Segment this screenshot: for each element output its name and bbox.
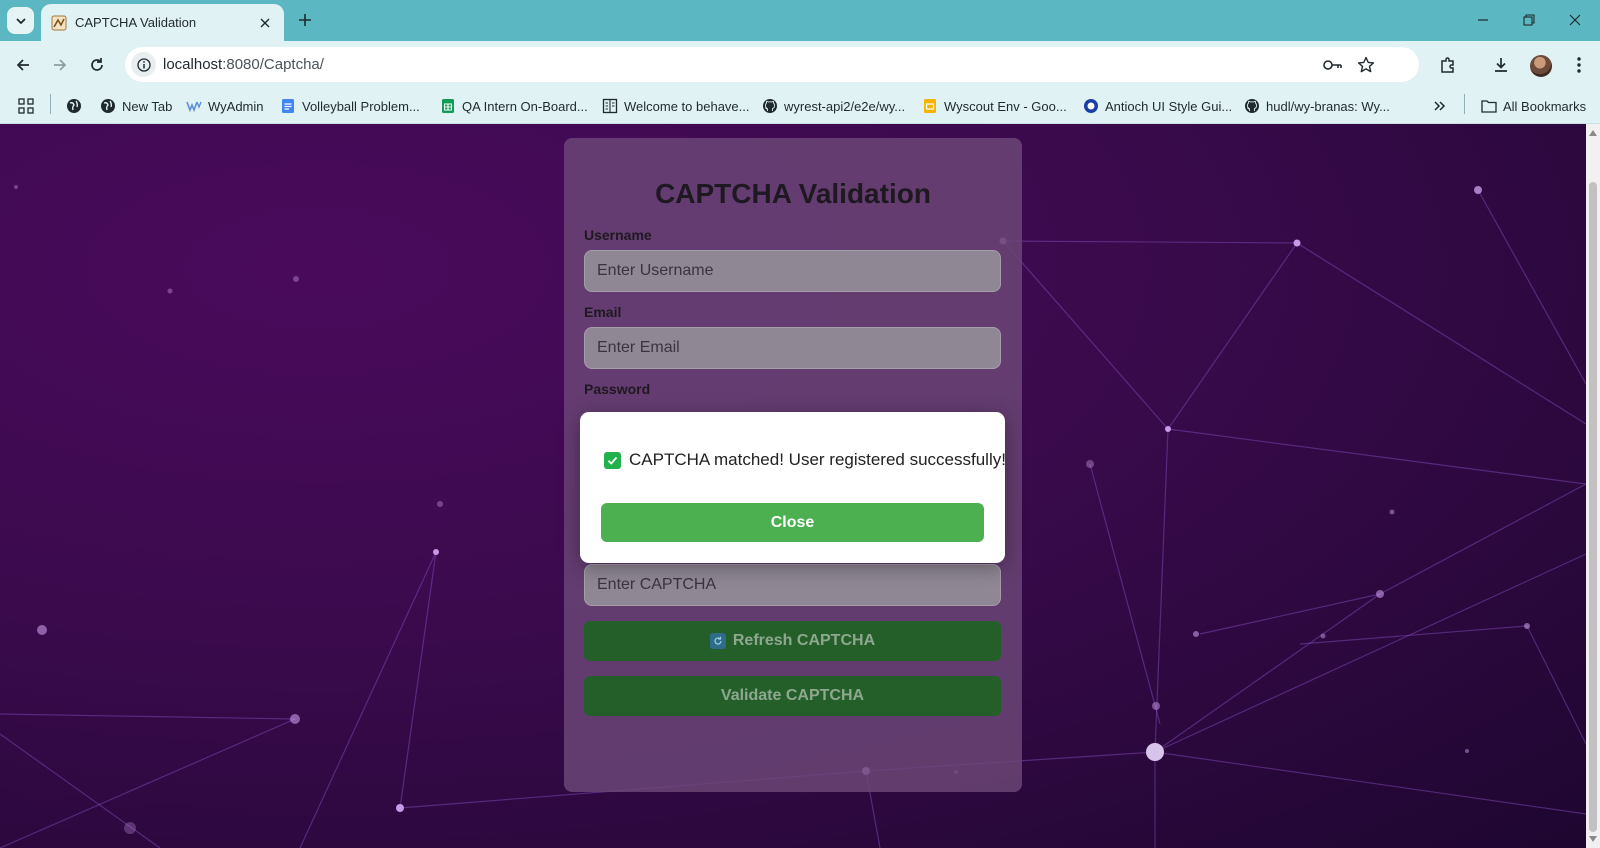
minimize-icon <box>1478 19 1488 21</box>
wyscout-logo-icon <box>186 98 202 114</box>
bookmark-label: Volleyball Problem... <box>302 98 420 114</box>
reload-icon <box>91 58 103 71</box>
extensions-button[interactable] <box>1434 51 1462 79</box>
globe-icon <box>66 98 82 114</box>
scroll-down-arrow[interactable] <box>1588 834 1598 844</box>
chevron-down-icon <box>15 17 26 24</box>
page-favicon-icon <box>51 15 67 30</box>
checkmark-icon <box>604 451 621 469</box>
window-close-button[interactable] <box>1560 6 1590 34</box>
globe-icon <box>100 98 116 114</box>
github-icon <box>1244 98 1260 114</box>
new-tab-button[interactable] <box>294 9 316 31</box>
star-icon <box>1357 56 1375 73</box>
bookmark-label: wyrest-api2/e2e/wy... <box>784 98 906 114</box>
tab-title: CAPTCHA Validation <box>75 15 197 30</box>
browser-menu-button[interactable] <box>1565 51 1593 79</box>
scroll-thumb[interactable] <box>1589 182 1597 832</box>
bookmark-wyrest[interactable]: wyrest-api2/e2e/wy... <box>762 96 905 116</box>
profile-avatar[interactable] <box>1530 55 1552 77</box>
tab-search-button[interactable] <box>7 7 34 34</box>
bookmark-wyscout-env[interactable]: Wyscout Env - Goo... <box>922 96 1067 116</box>
all-bookmarks-button[interactable]: All Bookmarks <box>1481 96 1586 116</box>
bookmark-label: Welcome to behave... <box>624 98 750 114</box>
apps-grid-icon <box>18 98 34 114</box>
close-button[interactable]: Close <box>601 503 984 542</box>
document-icon <box>602 98 618 114</box>
bookmarks-separator <box>1464 94 1465 114</box>
browser-toolbar: localhost:8080/Captcha/ <box>0 41 1600 88</box>
bookmark-antioch[interactable]: Antioch UI Style Gui... <box>1083 96 1232 116</box>
folder-icon <box>1481 98 1497 114</box>
site-info-button[interactable] <box>131 52 156 77</box>
back-button[interactable] <box>9 51 37 79</box>
info-icon <box>136 57 151 72</box>
minimize-button[interactable] <box>1468 6 1498 34</box>
bookmark-new-tab[interactable]: New Tab <box>100 96 172 116</box>
download-icon <box>1495 58 1507 72</box>
arrow-left-icon <box>16 59 29 71</box>
google-sheets-icon <box>440 98 456 114</box>
bookmark-label: New Tab <box>122 98 173 114</box>
address-bar[interactable]: localhost:8080/Captcha/ <box>125 47 1419 82</box>
bookmark-label: hudl/wy-branas: Wy... <box>1266 98 1390 114</box>
bookmark-star-button[interactable] <box>1354 53 1378 77</box>
tab-close-button[interactable] <box>254 12 276 34</box>
title-bar: CAPTCHA Validation <box>0 0 1600 41</box>
bookmark-label: Wyscout Env - Goo... <box>944 98 1067 114</box>
triangle-down-icon <box>1589 836 1597 842</box>
plus-icon <box>299 14 311 26</box>
bookmark-hudl-branas[interactable]: hudl/wy-branas: Wy... <box>1244 96 1390 116</box>
bookmark-wyadmin[interactable]: WyAdmin <box>186 96 264 116</box>
url-path: :8080/Captcha/ <box>222 56 324 73</box>
bookmarks-separator <box>50 94 51 114</box>
google-docs-icon <box>280 98 296 114</box>
all-bookmarks-label: All Bookmarks <box>1503 98 1587 114</box>
success-message-text: CAPTCHA matched! User registered success… <box>629 450 1006 469</box>
success-message: CAPTCHA matched! User registered success… <box>604 450 1006 470</box>
restore-icon <box>1523 14 1535 26</box>
arrow-right-icon <box>54 59 67 71</box>
url-text: localhost:8080/Captcha/ <box>163 56 324 73</box>
page-scrollbar[interactable] <box>1586 124 1600 848</box>
restore-button[interactable] <box>1514 6 1544 34</box>
more-vertical-icon <box>1577 57 1581 73</box>
bookmark-label: Antioch UI Style Gui... <box>1105 98 1233 114</box>
password-key-button[interactable] <box>1321 53 1345 77</box>
tab-captcha-validation[interactable]: CAPTCHA Validation <box>41 4 284 41</box>
forward-button[interactable] <box>46 51 74 79</box>
google-slides-icon <box>922 98 938 114</box>
bookmark-label: WyAdmin <box>208 98 264 114</box>
bookmark-behave[interactable]: Welcome to behave... <box>602 96 750 116</box>
apps-button[interactable] <box>18 96 40 116</box>
reload-button[interactable] <box>83 51 111 79</box>
bookmark-qa-intern[interactable]: QA Intern On-Board... <box>440 96 588 116</box>
bookmark-volleyball[interactable]: Volleyball Problem... <box>280 96 420 116</box>
close-icon <box>1569 14 1581 26</box>
bookmark-label: QA Intern On-Board... <box>462 98 588 114</box>
scroll-up-arrow[interactable] <box>1588 128 1598 138</box>
bookmark-globe[interactable] <box>66 96 88 116</box>
page-viewport: CAPTCHA Validation Username Email Passwo… <box>0 124 1586 848</box>
triangle-up-icon <box>1589 130 1597 136</box>
puzzle-icon <box>1441 57 1454 73</box>
close-icon <box>260 18 270 27</box>
more-bookmarks-button[interactable] <box>1432 96 1454 116</box>
double-chevron-right-icon <box>1432 98 1448 114</box>
key-icon <box>1323 60 1342 70</box>
downloads-button[interactable] <box>1487 51 1515 79</box>
url-host: localhost <box>163 56 223 73</box>
success-modal: CAPTCHA matched! User registered success… <box>580 412 1006 563</box>
github-icon <box>762 98 778 114</box>
circle-logo-icon <box>1083 98 1099 114</box>
